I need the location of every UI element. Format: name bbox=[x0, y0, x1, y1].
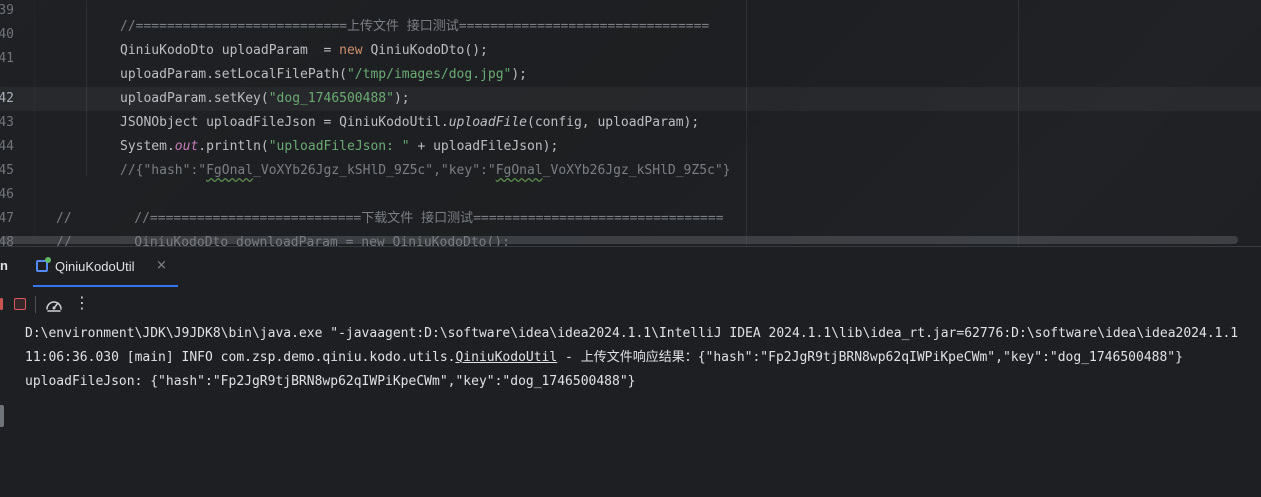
code-token: - 上传文件响应结果：{"hash":"Fp2JgR9tjBRN8wp62qIW… bbox=[557, 350, 1183, 365]
console-line: uploadFileJson: {"hash":"Fp2JgR9tjBRN8wp… bbox=[25, 370, 635, 394]
right-margin-guide bbox=[746, 0, 747, 246]
run-tool-window: n QiniuKodoUtil × ⋮ D:\environment\JDK\J… bbox=[0, 246, 1261, 497]
code-token: new bbox=[339, 43, 363, 58]
code-line[interactable]: System.out.println("uploadFileJson: " + … bbox=[120, 135, 558, 159]
line-number: 44 bbox=[0, 139, 14, 154]
code-token: uploadFile bbox=[448, 115, 528, 130]
code-token: // //===========================下载文件 接口测… bbox=[56, 211, 724, 226]
code-editor[interactable]: 39 40 41 42 43 44 45 46 47 48 //========… bbox=[0, 0, 1261, 246]
code-line[interactable]: JSONObject uploadFileJson = QiniuKodoUti… bbox=[120, 111, 699, 135]
run-tab-bar: n QiniuKodoUtil × bbox=[0, 247, 1261, 287]
code-token: "/tmp/images/dog.jpg" bbox=[346, 67, 512, 82]
java-class-run-icon bbox=[36, 257, 51, 272]
line-number: 39 bbox=[0, 3, 14, 18]
rerun-button[interactable] bbox=[0, 298, 3, 310]
indent-guide bbox=[86, 0, 87, 176]
code-token: uploadParam.setLocalFilePath( bbox=[120, 67, 347, 82]
ide-window: 39 40 41 42 43 44 45 46 47 48 //========… bbox=[0, 0, 1261, 497]
code-token: FgOnal bbox=[495, 163, 543, 178]
code-token: _VoXYb26Jgz_kSHlD_9Z5c","key":" bbox=[253, 163, 496, 178]
tab-qiniu-kodo-util[interactable]: QiniuKodoUtil × bbox=[33, 247, 178, 287]
line-number-gutter[interactable]: 39 40 41 42 43 44 45 46 47 48 bbox=[0, 0, 30, 246]
right-margin-guide bbox=[1018, 0, 1019, 246]
code-token: System. bbox=[120, 139, 175, 154]
console-output[interactable]: D:\environment\JDK\J9JDK8\bin\java.exe "… bbox=[25, 322, 1261, 497]
code-token: uploadParam.setKey( bbox=[120, 91, 269, 106]
profiler-gauge-icon[interactable] bbox=[44, 295, 64, 315]
code-line[interactable]: //===========================上传文件 接口测试==… bbox=[120, 15, 709, 39]
code-token: (config, uploadParam); bbox=[527, 115, 700, 130]
toolbar-separator bbox=[35, 296, 36, 313]
console-line: D:\environment\JDK\J9JDK8\bin\java.exe "… bbox=[25, 322, 1238, 346]
more-options-icon[interactable]: ⋮ bbox=[74, 293, 90, 312]
code-token: .println( bbox=[198, 139, 269, 154]
code-token: ); bbox=[393, 91, 410, 106]
line-number: 45 bbox=[0, 163, 14, 178]
run-toolbar: ⋮ bbox=[0, 288, 1261, 322]
code-token: out bbox=[174, 139, 199, 154]
line-number: 43 bbox=[0, 115, 14, 130]
stop-button[interactable] bbox=[14, 298, 26, 310]
line-number: 40 bbox=[0, 27, 14, 42]
code-token: QiniuKodoDto uploadParam = bbox=[120, 43, 340, 58]
code-token: ); bbox=[511, 67, 528, 82]
line-number: 41 bbox=[0, 51, 14, 66]
code-token: _VoXYb26Jgz_kSHlD_9Z5c"} bbox=[542, 163, 731, 178]
line-number-current: 42 bbox=[0, 91, 14, 106]
line-number: 47 bbox=[0, 211, 14, 226]
code-token: QiniuKodoDto(); bbox=[362, 43, 488, 58]
code-line[interactable]: //{"hash":"FgOnal_VoXYb26Jgz_kSHlD_9Z5c"… bbox=[120, 159, 731, 183]
code-line[interactable]: uploadParam.setLocalFilePath("/tmp/image… bbox=[120, 63, 527, 87]
gutter-separator bbox=[34, 0, 35, 246]
console-side-handle[interactable] bbox=[0, 405, 4, 427]
code-token: "uploadFileJson: " bbox=[268, 139, 410, 154]
code-token: QiniuKodoUtil bbox=[455, 350, 558, 365]
code-token: //===========================上传文件 接口测试==… bbox=[120, 19, 710, 34]
code-token: "dog_1746500488" bbox=[268, 91, 394, 106]
console-line: 11:06:36.030 [main] INFO com.zsp.demo.qi… bbox=[25, 346, 1183, 370]
code-line[interactable]: QiniuKodoDto uploadParam = new QiniuKodo… bbox=[120, 39, 488, 63]
code-token: FgOnal bbox=[206, 163, 254, 178]
code-line[interactable]: // //===========================下载文件 接口测… bbox=[56, 207, 724, 231]
horizontal-scrollbar[interactable] bbox=[0, 236, 1238, 244]
code-token: JSONObject uploadFileJson = QiniuKodoUti… bbox=[120, 115, 449, 130]
tab-label: QiniuKodoUtil bbox=[55, 259, 135, 274]
code-token: uploadFileJson: {"hash":"Fp2JgR9tjBRN8wp… bbox=[25, 374, 636, 389]
code-token: + uploadFileJson); bbox=[409, 139, 559, 154]
code-line[interactable]: uploadParam.setKey("dog_1746500488"); bbox=[120, 87, 410, 111]
run-panel-title: n bbox=[0, 258, 8, 273]
line-number: 46 bbox=[0, 187, 14, 202]
code-token: D:\environment\JDK\J9JDK8\bin\java.exe "… bbox=[25, 326, 1239, 341]
code-token: //{"hash":" bbox=[120, 163, 207, 178]
close-icon[interactable]: × bbox=[156, 258, 167, 273]
code-token: 11:06:36.030 [main] INFO com.zsp.demo.qi… bbox=[25, 350, 456, 365]
